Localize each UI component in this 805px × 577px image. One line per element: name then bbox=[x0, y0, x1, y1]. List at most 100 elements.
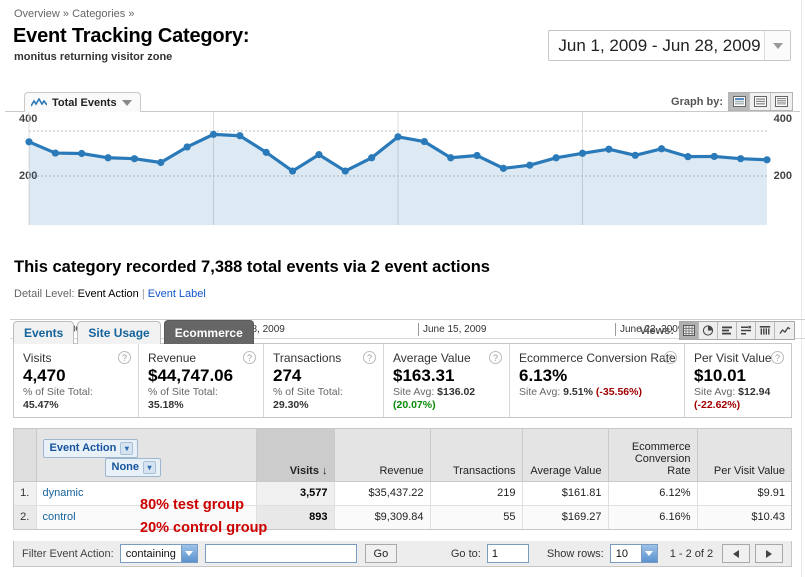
filter-condition-select[interactable]: containing bbox=[119, 544, 198, 563]
dimension-primary-selector[interactable]: Event Action ▾ bbox=[42, 438, 139, 458]
header-transactions[interactable]: Transactions bbox=[430, 429, 523, 482]
recap-headline: This category recorded 7,388 total event… bbox=[14, 258, 490, 276]
header-average-value[interactable]: Average Value bbox=[522, 429, 609, 482]
tab-events[interactable]: Events bbox=[13, 321, 75, 344]
comparison-view-icon[interactable] bbox=[737, 322, 756, 339]
metric-card-sub-value: 9.51% bbox=[563, 386, 593, 398]
dimension-secondary-selector[interactable]: None ▾ bbox=[104, 457, 161, 477]
metric-card-value: 6.13% bbox=[519, 366, 568, 385]
metric-card-value: $163.31 bbox=[393, 366, 455, 385]
metric-card-sub-label: Site Avg: bbox=[694, 386, 739, 398]
metric-card-visits: Visits? 4,470% of Site Total: 45.47% bbox=[14, 344, 139, 417]
row-dimension: control bbox=[36, 505, 257, 529]
metric-card-subtext: % of Site Total: 29.30% bbox=[273, 386, 375, 412]
views-button-group[interactable] bbox=[679, 321, 795, 340]
views-control: Views: bbox=[639, 321, 795, 340]
filter-text-input[interactable] bbox=[204, 544, 357, 563]
analytics-page: Overview » Categories » Event Tracking C… bbox=[0, 0, 805, 577]
page-right-edge bbox=[801, 0, 805, 577]
metric-tab-chevron-down-icon[interactable] bbox=[121, 99, 132, 106]
bar-view-icon[interactable] bbox=[718, 322, 737, 339]
help-icon[interactable]: ? bbox=[118, 351, 131, 364]
help-icon[interactable]: ? bbox=[664, 351, 677, 364]
metric-card-subtext: Site Avg: 9.51% (-35.56%) bbox=[519, 386, 676, 399]
tab-site-usage[interactable]: Site Usage bbox=[77, 321, 161, 344]
metric-card-sub-label: Site Avg: bbox=[519, 386, 564, 398]
table-view-icon[interactable] bbox=[680, 322, 699, 339]
table-footer: Filter Event Action: containing Go Go to… bbox=[13, 541, 792, 567]
help-icon[interactable]: ? bbox=[363, 351, 376, 364]
metric-card-title: Ecommerce Conversion Rate bbox=[519, 351, 676, 365]
metric-card-per-visit-value: Per Visit Value? $10.01 Site Avg: $12.94 (… bbox=[685, 344, 791, 417]
pagination-controls bbox=[722, 544, 784, 563]
header-dimension: Event Action ▾ None ▾ bbox=[36, 429, 257, 482]
show-rows-select[interactable]: 10 bbox=[609, 544, 658, 563]
detail-level-separator: | bbox=[141, 288, 145, 300]
header-per-visit-value[interactable]: Per Visit Value bbox=[697, 429, 791, 482]
report-tabs: Events Site Usage Ecommerce bbox=[13, 320, 257, 344]
graph-by-day-icon[interactable] bbox=[729, 93, 750, 110]
goto-page-input[interactable]: 1 bbox=[486, 544, 529, 563]
dimension-primary-label: Event Action bbox=[49, 442, 117, 454]
metric-card-sub-value: $12.94 bbox=[738, 386, 771, 398]
views-label: Views: bbox=[639, 324, 674, 337]
help-icon[interactable]: ? bbox=[771, 351, 784, 364]
pie-view-icon[interactable] bbox=[699, 322, 718, 339]
detail-level-row: Detail Level: Event Action | Event Label bbox=[14, 288, 206, 300]
metric-card-value: $44,747.06 bbox=[148, 366, 234, 385]
pagination-range: 1 - 2 of 2 bbox=[669, 547, 714, 560]
date-range-chevron-down-icon[interactable] bbox=[764, 31, 790, 60]
header-revenue[interactable]: Revenue bbox=[334, 429, 431, 482]
header-visits-label: Visits bbox=[289, 464, 319, 477]
next-arrow-icon[interactable] bbox=[755, 544, 784, 563]
tab-ecommerce[interactable]: Ecommerce bbox=[163, 320, 254, 344]
row-conversion-rate: 6.16% bbox=[608, 505, 698, 529]
filter-condition-chevron-down-icon[interactable] bbox=[180, 545, 197, 562]
row-revenue: $35,437.22 bbox=[334, 481, 431, 506]
filter-label: Filter Event Action: bbox=[22, 547, 114, 560]
breadcrumb[interactable]: Overview » Categories » bbox=[14, 8, 134, 20]
filter-go-button[interactable]: Go bbox=[364, 544, 397, 563]
sparkline-icon bbox=[31, 97, 47, 106]
row-per-visit-value: $9.91 bbox=[697, 481, 791, 506]
page-left-edge bbox=[0, 0, 5, 577]
tab-label: Ecommerce bbox=[174, 325, 243, 340]
row-visits: 3,577 bbox=[256, 481, 335, 506]
header-visits[interactable]: Visits ↓ bbox=[256, 429, 335, 482]
trend-view-icon[interactable] bbox=[775, 322, 794, 339]
row-dimension-link[interactable]: control bbox=[43, 511, 76, 523]
row-dimension-link[interactable]: dynamic bbox=[43, 487, 84, 499]
graph-by-button-group[interactable] bbox=[728, 92, 793, 111]
header-conversion-rate[interactable]: Ecommerce Conversion Rate bbox=[608, 429, 698, 482]
metric-tab-label: Total Events bbox=[52, 96, 117, 109]
pivot-view-icon[interactable] bbox=[756, 322, 775, 339]
metric-card-delta: (-22.62%) bbox=[694, 399, 741, 411]
date-range-selector[interactable]: Jun 1, 2009 - Jun 28, 2009 bbox=[548, 30, 791, 61]
graph-by-control: Graph by: bbox=[671, 92, 793, 111]
graph-by-week-icon[interactable] bbox=[750, 93, 771, 110]
show-rows-chevron-down-icon[interactable] bbox=[640, 545, 657, 562]
metric-card-sub-label: % of Site Total: bbox=[148, 386, 218, 398]
metric-card-title: Average Value bbox=[393, 351, 471, 365]
date-range-label: Jun 1, 2009 - Jun 28, 2009 bbox=[558, 35, 761, 55]
metric-card-average-value: Average Value? $163.31 Site Avg: $136.02 (… bbox=[384, 344, 510, 417]
detail-level-event-label-link[interactable]: Event Label bbox=[148, 288, 206, 300]
metric-card-title: Revenue bbox=[148, 351, 197, 365]
filter-condition-value: containing bbox=[125, 547, 176, 560]
prev-arrow-icon[interactable] bbox=[722, 544, 751, 563]
show-rows-label: Show rows: bbox=[546, 547, 604, 560]
sort-descending-icon: ↓ bbox=[322, 464, 328, 477]
row-index: 2. bbox=[14, 505, 37, 529]
help-icon[interactable]: ? bbox=[489, 351, 502, 364]
dimension-secondary-chevron-down-icon[interactable]: ▾ bbox=[143, 460, 156, 474]
graph-by-label: Graph by: bbox=[671, 95, 723, 108]
help-icon[interactable]: ? bbox=[243, 351, 256, 364]
metric-card-value: $10.01 bbox=[694, 366, 746, 385]
dimension-primary-chevron-down-icon[interactable]: ▾ bbox=[120, 441, 134, 455]
row-conversion-rate: 6.12% bbox=[608, 481, 698, 506]
page-title: Event Tracking Category: bbox=[13, 25, 250, 47]
x-axis-tick-2: June 15, 2009 bbox=[418, 323, 486, 336]
metric-selector-tab[interactable]: Total Events bbox=[24, 92, 141, 112]
table-row: 1. dynamic 3,577 $35,437.22 219 $161.81 6.12% $… bbox=[14, 481, 791, 506]
graph-by-month-icon[interactable] bbox=[771, 93, 792, 110]
